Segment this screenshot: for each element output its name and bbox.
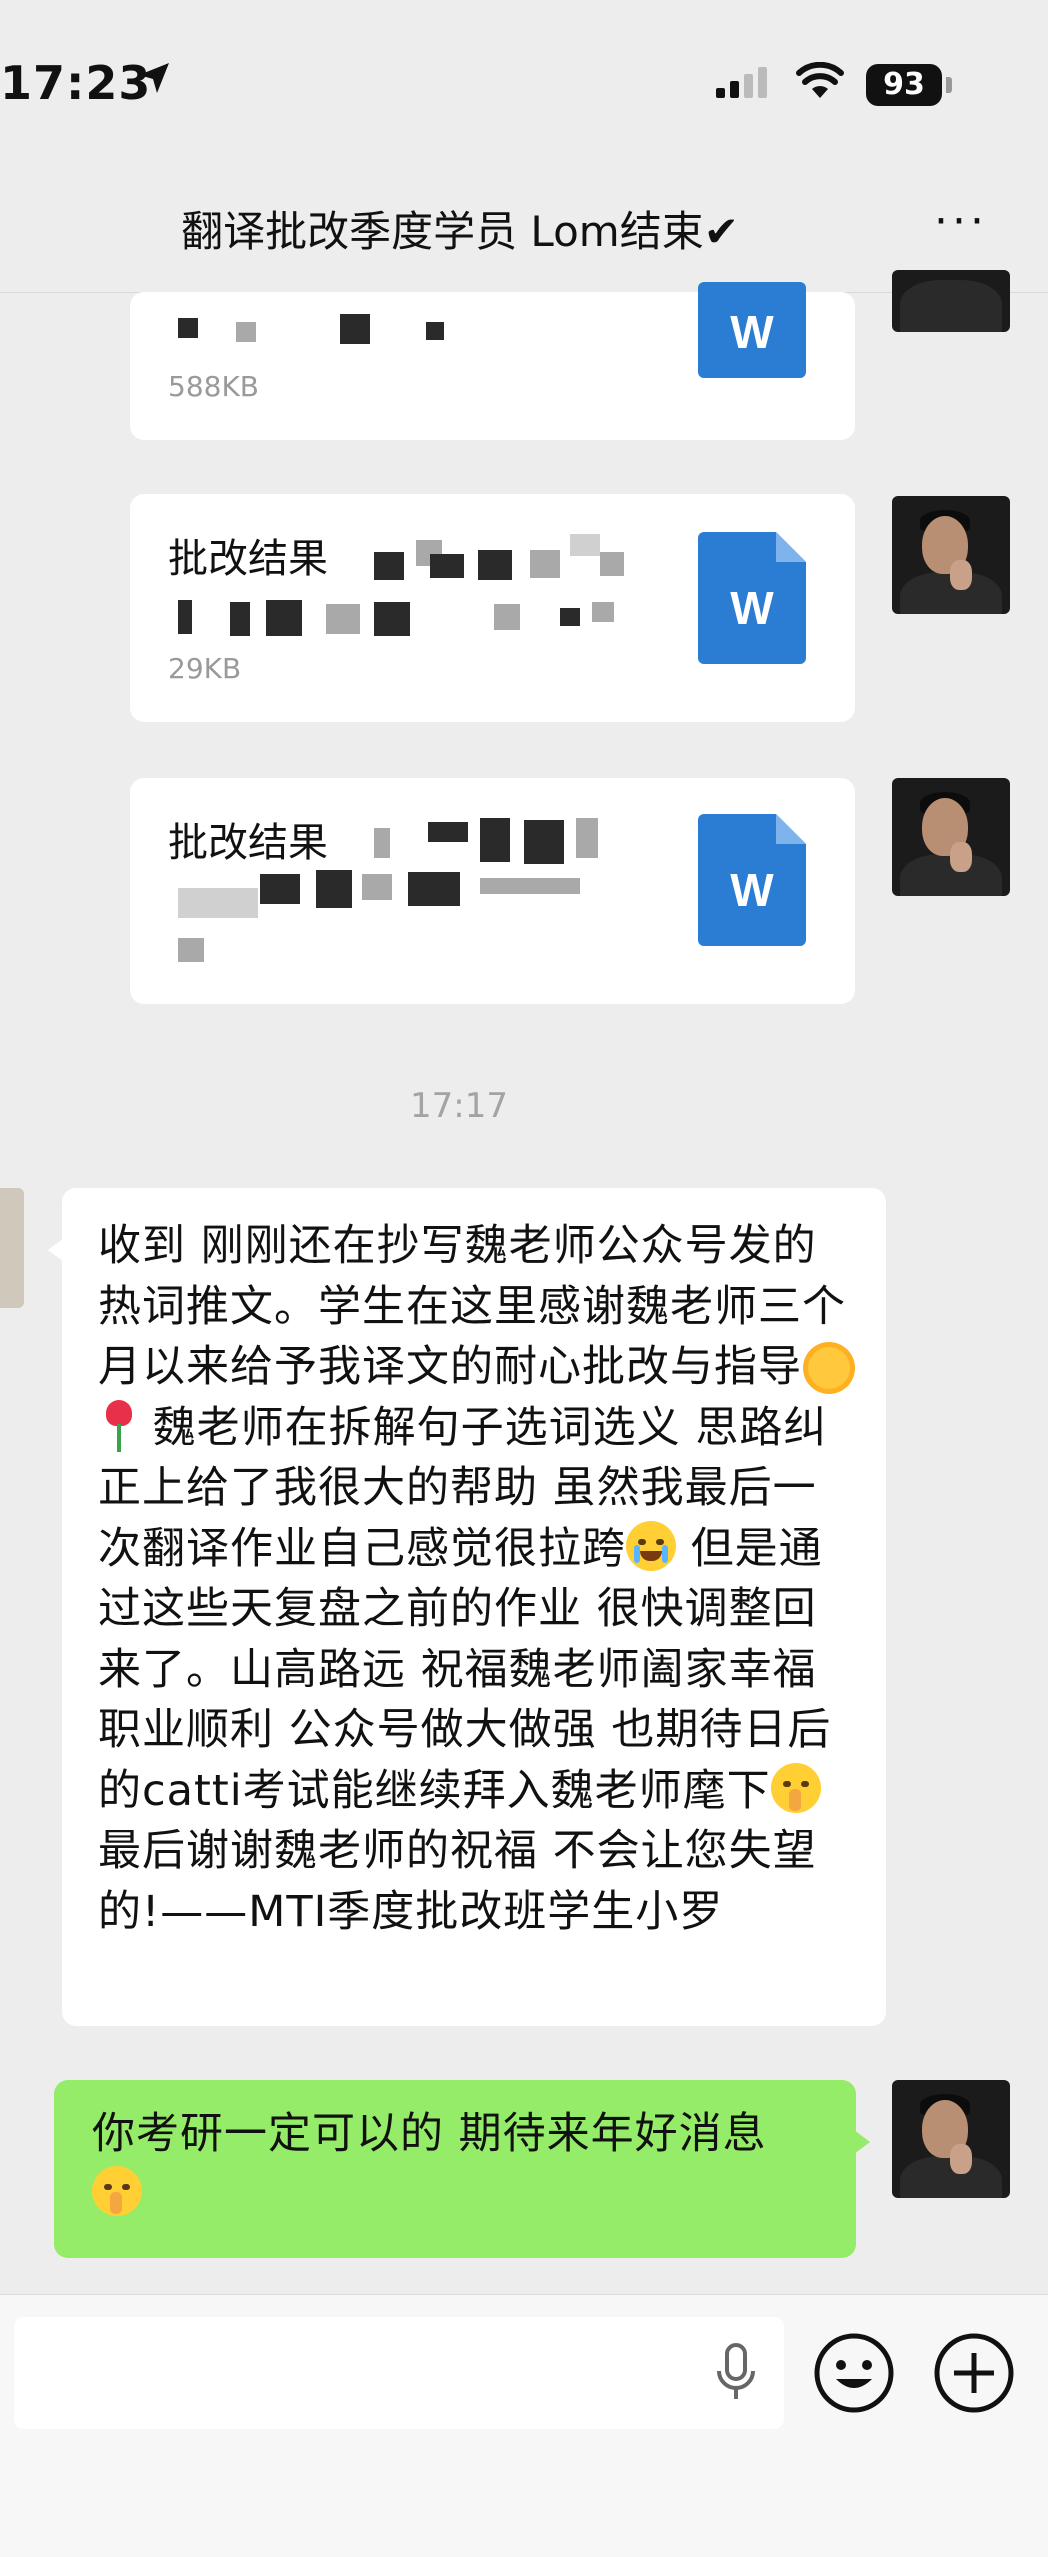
redacted-text bbox=[340, 314, 370, 344]
more-options-button[interactable]: ··· bbox=[934, 200, 988, 244]
word-icon-letter: W bbox=[730, 864, 774, 916]
file-message-card[interactable]: 588KB W bbox=[130, 282, 855, 440]
redacted-text bbox=[230, 602, 250, 636]
redacted-text bbox=[560, 608, 580, 626]
redacted-text bbox=[260, 874, 300, 904]
redacted-text bbox=[480, 878, 580, 894]
emoji-smile-icon[interactable] bbox=[812, 2331, 896, 2415]
word-document-icon: W bbox=[698, 282, 806, 378]
word-document-icon: W bbox=[698, 814, 806, 946]
word-document-icon: W bbox=[698, 532, 806, 664]
redacted-text bbox=[478, 550, 512, 580]
avatar[interactable] bbox=[892, 496, 1010, 614]
redacted-text bbox=[524, 820, 564, 864]
message-timestamp: 17:17 bbox=[410, 1086, 508, 1126]
redacted-text bbox=[570, 534, 600, 556]
battery-tip bbox=[946, 77, 952, 93]
redacted-text bbox=[600, 552, 624, 576]
file-message-card[interactable]: 批改结果 29KB W bbox=[130, 494, 855, 722]
chat-input-bar bbox=[0, 2294, 1048, 2557]
microphone-icon[interactable] bbox=[714, 2343, 758, 2403]
crying-face-emoji-icon bbox=[626, 1520, 676, 1571]
redacted-text bbox=[428, 822, 468, 842]
redacted-text bbox=[362, 874, 392, 900]
avatar[interactable] bbox=[892, 270, 1010, 332]
redacted-text bbox=[316, 870, 352, 908]
file-name: 批改结果 bbox=[168, 536, 328, 582]
file-name: 批改结果 bbox=[168, 820, 328, 866]
redacted-text bbox=[374, 602, 410, 636]
redacted-text bbox=[266, 600, 302, 636]
status-bar: 17:23 93 bbox=[0, 0, 1048, 170]
redacted-text bbox=[576, 818, 598, 858]
avatar[interactable] bbox=[892, 778, 1010, 896]
redacted-text bbox=[326, 604, 360, 634]
redacted-text bbox=[426, 322, 444, 340]
file-size: 588KB bbox=[168, 370, 260, 403]
redacted-text bbox=[480, 818, 510, 862]
outgoing-message-text: 你考研一定可以的 期待来年好消息 bbox=[92, 2104, 832, 2224]
word-icon-letter: W bbox=[730, 582, 774, 634]
file-size: 29KB bbox=[168, 652, 242, 685]
redacted-text bbox=[178, 318, 198, 338]
chat-title: 翻译批改季度学员 Lom结束✔ bbox=[181, 207, 739, 256]
incoming-message-text: 收到 刚刚还在抄写魏老师公众号发的热词推文。学生在这里感谢魏老师三个月以来给予我… bbox=[98, 1216, 858, 1942]
rose-emoji-icon bbox=[98, 1399, 138, 1452]
message-text-part: 你考研一定可以的 期待来年好消息 bbox=[92, 2109, 767, 2159]
battery-indicator: 93 bbox=[866, 64, 942, 106]
status-time: 17:23 bbox=[0, 56, 152, 110]
redacted-text bbox=[530, 550, 560, 578]
word-icon-letter: W bbox=[730, 306, 774, 358]
contact-avatar[interactable] bbox=[0, 1188, 24, 1308]
redacted-text bbox=[408, 872, 460, 906]
redacted-text bbox=[178, 938, 204, 962]
file-message-card[interactable]: 批改结果 W bbox=[130, 778, 855, 1004]
message-text-part: 收到 刚刚还在抄写魏老师公众号发的热词推文。学生在这里感谢魏老师三个月以来给予我… bbox=[98, 1221, 846, 1392]
redacted-text bbox=[592, 602, 614, 622]
redacted-text bbox=[178, 600, 192, 634]
redacted-text bbox=[494, 604, 520, 630]
avatar[interactable] bbox=[892, 2080, 1010, 2198]
message-input[interactable] bbox=[14, 2317, 784, 2429]
cellular-signal-icon bbox=[716, 67, 767, 98]
shushing-face-emoji-icon bbox=[770, 1762, 821, 1813]
shushing-face-emoji-icon bbox=[92, 2166, 142, 2216]
incoming-message-bubble[interactable]: 收到 刚刚还在抄写魏老师公众号发的热词推文。学生在这里感谢魏老师三个月以来给予我… bbox=[48, 1188, 886, 2026]
redacted-text bbox=[430, 554, 464, 578]
redacted-text bbox=[374, 552, 404, 580]
location-arrow-icon bbox=[139, 63, 169, 93]
outgoing-message-bubble[interactable]: 你考研一定可以的 期待来年好消息 bbox=[54, 2080, 870, 2258]
redacted-text bbox=[178, 888, 258, 918]
sun-emoji-icon bbox=[808, 1347, 850, 1389]
plus-circle-icon[interactable] bbox=[932, 2331, 1016, 2415]
wifi-icon bbox=[796, 62, 844, 98]
chat-header: 翻译批改季度学员 Lom结束✔ ··· bbox=[0, 170, 1048, 293]
redacted-text bbox=[236, 322, 256, 342]
redacted-text bbox=[374, 828, 390, 858]
